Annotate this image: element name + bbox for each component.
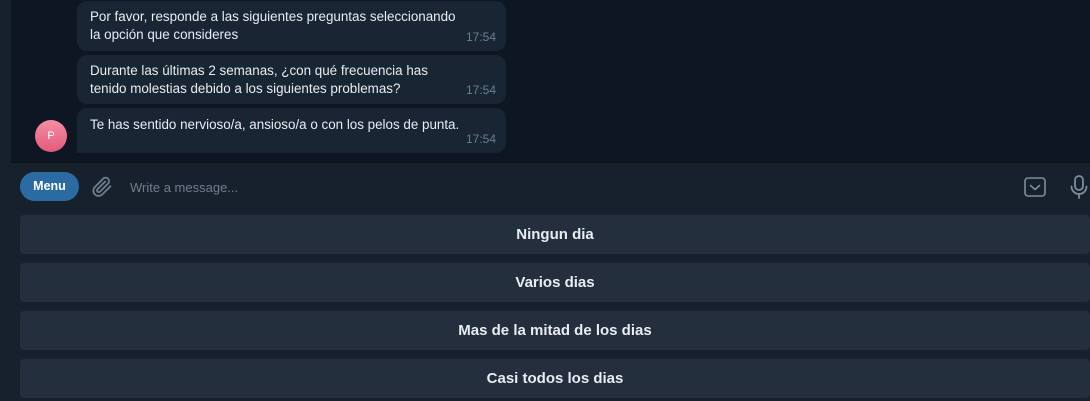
sender-avatar[interactable]: P (35, 120, 67, 152)
message-text: Por favor, responde a las siguientes pre… (90, 9, 456, 42)
reply-keyboard: Ningun dia Varios dias Mas de la mitad d… (11, 210, 1090, 401)
message-input[interactable] (130, 175, 990, 199)
keyboard-toggle-icon[interactable] (1023, 175, 1047, 199)
reply-option-button[interactable]: Varios dias (20, 263, 1090, 302)
message-time: 17:54 (465, 83, 496, 97)
microphone-icon[interactable] (1068, 174, 1090, 200)
message-bubble: Por favor, responde a las siguientes pre… (77, 1, 506, 51)
message-bubble: Te has sentido nervioso/a, ansioso/a o c… (77, 108, 506, 153)
reply-option-button[interactable]: Mas de la mitad de los dias (20, 311, 1090, 350)
message-time: 17:54 (465, 132, 496, 146)
message-time: 17:54 (465, 30, 496, 44)
message-composer: Menu (11, 162, 1090, 210)
message-bubble: Durante las últimas 2 semanas, ¿con qué … (77, 55, 506, 104)
reply-option-button[interactable]: Ningun dia (20, 215, 1090, 254)
paperclip-icon[interactable] (90, 175, 114, 199)
message-list: Por favor, responde a las siguientes pre… (11, 0, 1090, 162)
left-panel-edge (0, 0, 11, 401)
message-text: Durante las últimas 2 semanas, ¿con qué … (90, 63, 428, 96)
message-text: Te has sentido nervioso/a, ansioso/a o c… (90, 117, 460, 132)
bot-menu-button[interactable]: Menu (20, 172, 79, 201)
reply-option-button[interactable]: Casi todos los dias (20, 359, 1090, 398)
